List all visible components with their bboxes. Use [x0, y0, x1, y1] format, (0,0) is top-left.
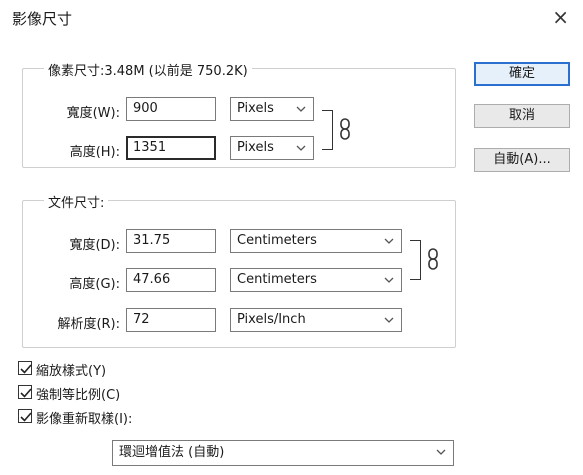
ok-button[interactable]: 確定 [474, 62, 570, 86]
doc-height-unit-select[interactable]: Centimeters [230, 268, 402, 292]
resample-image-label[interactable]: 影像重新取樣(I): [36, 408, 132, 427]
resolution-unit-value: Pixels/Inch [237, 312, 306, 327]
chevron-down-icon [436, 449, 446, 455]
chain-link-icon[interactable] [426, 248, 440, 270]
pixel-width-unit-value: Pixels [237, 101, 274, 116]
resample-method-select[interactable]: 環迴增值法 (自動) [112, 440, 454, 466]
pixel-height-label: 高度(H): [69, 145, 120, 160]
chevron-down-icon [384, 317, 394, 323]
doc-width-field[interactable]: 31.75 [126, 229, 216, 253]
resample-image-checkbox[interactable] [18, 409, 32, 423]
pixel-link-bracket [322, 110, 333, 150]
doc-width-label: 寬度(D): [69, 238, 120, 253]
resolution-field[interactable]: 72 [126, 308, 216, 332]
cancel-button[interactable]: 取消 [474, 104, 570, 128]
pixel-width-field[interactable]: 900 [126, 97, 216, 121]
constrain-proportions-label[interactable]: 強制等比例(C) [36, 384, 120, 403]
resolution-unit-select[interactable]: Pixels/Inch [230, 308, 402, 332]
doc-height-label: 高度(G): [69, 277, 120, 292]
chevron-down-icon [384, 238, 394, 244]
doc-height-field[interactable]: 47.66 [126, 268, 216, 292]
chevron-down-icon [296, 145, 306, 151]
scale-styles-checkbox[interactable] [18, 361, 32, 375]
chevron-down-icon [384, 277, 394, 283]
checkmark-icon [20, 388, 32, 398]
chain-link-icon[interactable] [338, 118, 352, 140]
pixel-width-label: 寬度(W): [66, 106, 120, 121]
chevron-down-icon [296, 106, 306, 112]
resolution-label: 解析度(R): [57, 317, 120, 332]
pixel-height-unit-select[interactable]: Pixels [230, 136, 314, 160]
doc-width-unit-select[interactable]: Centimeters [230, 229, 402, 253]
pixel-dimensions-legend: 像素尺寸:3.48M (以前是 750.2K) [44, 60, 252, 79]
doc-height-unit-value: Centimeters [237, 272, 317, 287]
constrain-proportions-checkbox[interactable] [18, 385, 32, 399]
document-size-legend: 文件尺寸: [44, 192, 109, 211]
scale-styles-label[interactable]: 縮放樣式(Y) [36, 360, 106, 379]
pixel-height-unit-value: Pixels [237, 140, 274, 155]
checkmark-icon [20, 412, 32, 422]
checkmark-icon [20, 364, 32, 374]
dialog-title: 影像尺寸 [12, 10, 73, 28]
pixel-width-unit-select[interactable]: Pixels [230, 97, 314, 121]
doc-link-bracket [410, 240, 421, 280]
auto-button[interactable]: 自動(A)... [474, 148, 570, 172]
resample-method-value: 環迴增值法 (自動) [119, 445, 225, 460]
pixel-height-field[interactable]: 1351 [126, 136, 216, 160]
close-icon[interactable]: × [552, 6, 569, 28]
doc-width-unit-value: Centimeters [237, 233, 317, 248]
